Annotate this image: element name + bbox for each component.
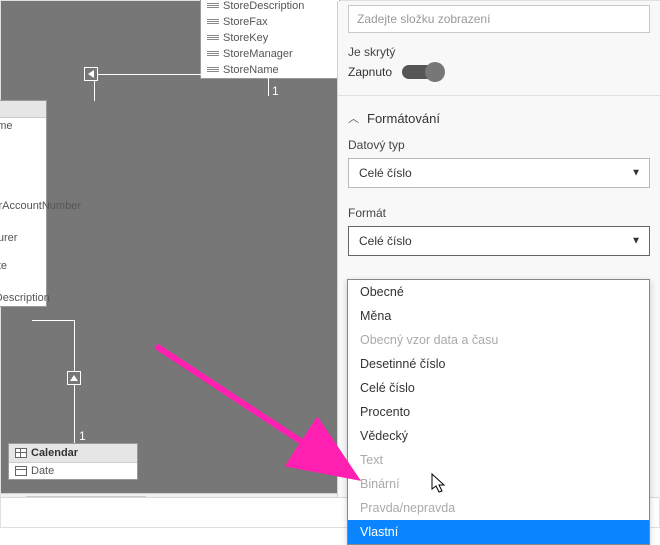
table-row[interactable]: ufacturer xyxy=(0,230,46,246)
divider xyxy=(338,95,660,96)
table-row[interactable]: ntry xyxy=(0,182,46,198)
datatype-select[interactable]: Celé číslo ▼ xyxy=(348,158,650,188)
dropdown-option[interactable]: Procento xyxy=(348,400,649,424)
column-icon xyxy=(207,18,219,26)
dropdown-option: Binární xyxy=(348,472,649,496)
relationship-cardinality: 1 xyxy=(272,84,279,98)
dropdown-option: Obecný vzor data a času xyxy=(348,328,649,352)
chevron-down-icon: ▼ xyxy=(631,236,641,247)
dropdown-option[interactable]: Desetinné číslo xyxy=(348,352,649,376)
display-folder-input[interactable] xyxy=(348,5,650,33)
datatype-label: Datový typ xyxy=(348,138,650,152)
table-row[interactable]: Date xyxy=(9,463,137,479)
dropdown-option[interactable]: Vědecký xyxy=(348,424,649,448)
table-row[interactable]: r xyxy=(0,166,46,182)
column-icon xyxy=(207,34,219,42)
field-label: StoreKey xyxy=(223,32,268,44)
table-icon xyxy=(15,448,27,458)
formatting-section-header[interactable]: ︿ Formátování xyxy=(348,110,650,126)
chevron-down-icon: ▼ xyxy=(631,168,641,179)
select-value: Celé číslo xyxy=(359,166,412,180)
table-row[interactable]: erDate xyxy=(0,258,46,274)
field-label: StoreManager xyxy=(223,48,293,60)
section-title: Formátování xyxy=(367,111,440,126)
chevron-up-icon: ︿ xyxy=(348,110,359,126)
table-card-calendar[interactable]: Calendar Date xyxy=(8,443,138,480)
relationship-cardinality: 1 xyxy=(79,429,86,443)
format-select[interactable]: Celé číslo ▼ xyxy=(348,226,650,256)
table-row[interactable]: StoreKey xyxy=(201,30,339,46)
select-value: Celé číslo xyxy=(359,234,412,248)
toggle-state-label: Zapnuto xyxy=(348,65,392,79)
table-row[interactable]: ght xyxy=(0,214,46,230)
dropdown-option[interactable]: Vlastní xyxy=(348,520,649,544)
table-row[interactable]: StoreName xyxy=(201,62,339,78)
table-row[interactable]: d Name xyxy=(0,118,46,134)
table-card-store[interactable]: StatusStoreDescriptionStoreFaxStoreKeySt… xyxy=(200,0,340,79)
relationship-arrow-icon xyxy=(84,67,98,81)
table-row[interactable]: gory xyxy=(0,134,46,150)
field-label: d Name xyxy=(0,120,13,132)
column-icon xyxy=(207,50,219,58)
column-icon xyxy=(207,2,219,10)
field-label: Date xyxy=(31,465,54,477)
diagram-canvas[interactable]: StatusStoreDescriptionStoreFaxStoreKeySt… xyxy=(1,1,337,495)
hidden-toggle[interactable] xyxy=(402,65,442,79)
field-label: erDate xyxy=(0,260,7,272)
field-label: ufacturer xyxy=(0,232,17,244)
table-row[interactable] xyxy=(0,246,46,258)
field-label: StoreDescription xyxy=(223,0,304,12)
relationship-arrow-icon xyxy=(67,371,81,385)
hidden-label: Je skrytý xyxy=(348,45,650,59)
dropdown-option[interactable]: Měna xyxy=(348,304,649,328)
table-row[interactable]: StoreFax xyxy=(201,14,339,30)
format-label: Formát xyxy=(348,206,650,220)
format-dropdown[interactable]: ObecnéMěnaObecný vzor data a časuDesetin… xyxy=(347,279,650,545)
dropdown-option[interactable]: Obecné xyxy=(348,280,649,304)
table-row[interactable]: ductDescription xyxy=(0,290,46,306)
table-title: Calendar xyxy=(31,447,78,459)
column-icon xyxy=(207,66,219,74)
table-row[interactable]: StoreDescription xyxy=(201,0,339,14)
table-row[interactable]: r xyxy=(0,150,46,166)
table-row[interactable]: StoreManager xyxy=(201,46,339,62)
dropdown-option: Pravda/nepravda xyxy=(348,496,649,520)
field-label: tomerAccountNumber xyxy=(0,200,81,212)
field-label: StoreFax xyxy=(223,16,268,28)
calendar-icon xyxy=(15,466,27,476)
table-row[interactable]: tID xyxy=(0,274,46,290)
field-label: ductDescription xyxy=(0,292,50,304)
table-card-product[interactable]: d NamegoryrrntrytomerAccountNumberghtufa… xyxy=(0,100,47,307)
table-row[interactable]: tomerAccountNumber xyxy=(0,198,46,214)
dropdown-option: Text xyxy=(348,448,649,472)
dropdown-option[interactable]: Celé číslo xyxy=(348,376,649,400)
